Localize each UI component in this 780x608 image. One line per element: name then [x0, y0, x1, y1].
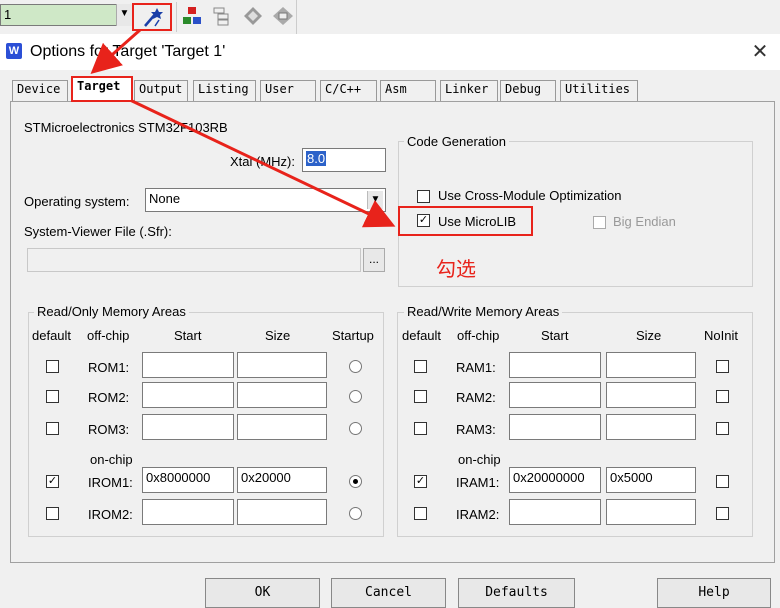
tab-target[interactable]: Target — [71, 76, 133, 102]
arrow-to-target-tab — [90, 28, 141, 74]
arrow-to-microlib — [129, 98, 396, 228]
